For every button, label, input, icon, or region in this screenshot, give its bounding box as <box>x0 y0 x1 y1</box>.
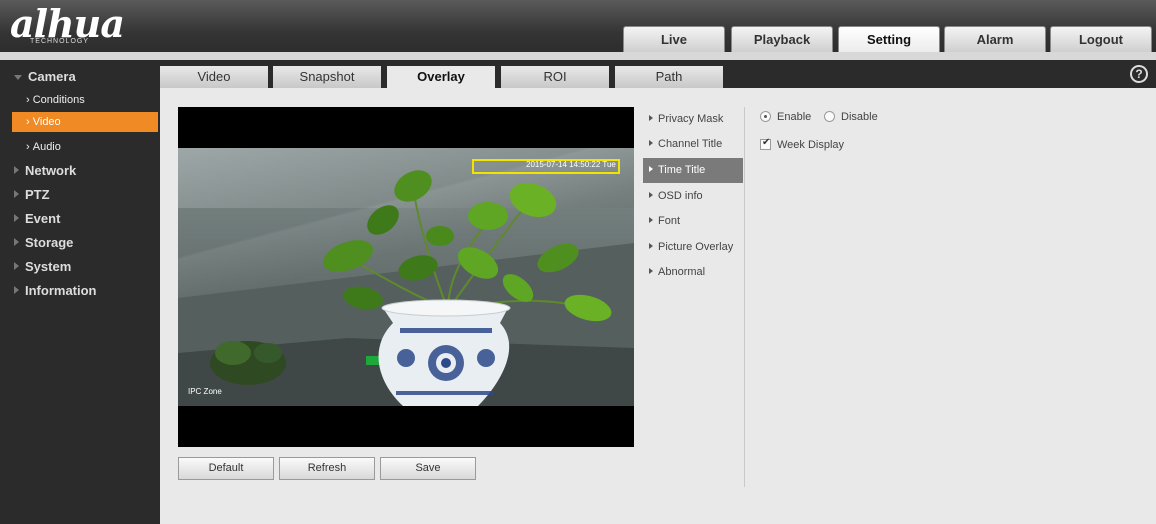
camera-image <box>178 148 634 406</box>
chevron-right-icon <box>14 214 19 222</box>
sidebar-item-information[interactable]: Information <box>14 283 97 298</box>
sidebar: Camera › Conditions › Video › Audio Netw… <box>0 60 160 524</box>
sidebar-item-label: Event <box>25 211 61 226</box>
chevron-down-icon <box>14 75 22 80</box>
help-icon[interactable]: ? <box>1130 65 1148 83</box>
disable-radio[interactable]: Disable <box>824 111 878 123</box>
top-header: alhua TECHNOLOGY Live Playback Setting A… <box>0 0 1156 60</box>
menu-item-label: Time Title <box>658 164 706 176</box>
tab-setting[interactable]: Setting <box>838 26 940 52</box>
menu-item-time-title[interactable]: Time Title <box>643 158 743 183</box>
menu-divider <box>744 107 745 487</box>
chevron-right-icon <box>14 286 19 294</box>
sidebar-item-camera[interactable]: Camera <box>14 69 76 84</box>
video-preview[interactable]: 2015-07-14 14:50:22 Tue IPC Zone <box>178 107 634 447</box>
menu-item-label: OSD info <box>658 190 703 202</box>
sidebar-item-label: Video <box>32 116 61 128</box>
week-display-label: Week Display <box>777 139 845 151</box>
tab-playback[interactable]: Playback <box>731 26 833 52</box>
chevron-right-icon <box>14 262 19 270</box>
sidebar-item-label: Camera <box>28 69 76 84</box>
caret-right-icon <box>649 268 653 274</box>
menu-item-picture-overlay[interactable]: Picture Overlay <box>643 235 743 260</box>
week-display-checkbox[interactable]: Week Display <box>760 137 845 151</box>
caret-right-icon <box>649 243 653 249</box>
plant-illustration <box>178 170 634 406</box>
subtab-bar: Video Snapshot Overlay ROI Path ? <box>160 60 1156 88</box>
sidebar-item-system[interactable]: System <box>14 259 71 274</box>
sidebar-item-label: System <box>25 259 72 274</box>
caret-right-icon <box>649 217 653 223</box>
chevron-right-icon <box>14 166 19 174</box>
subtab-video[interactable]: Video <box>160 66 268 88</box>
tab-logout[interactable]: Logout <box>1050 26 1152 52</box>
sidebar-item-label: Audio <box>32 141 61 153</box>
radio-selected-icon <box>760 111 771 122</box>
overlay-menu: Privacy Mask Channel Title Time Title OS… <box>643 107 744 292</box>
caret-right-icon <box>649 115 653 121</box>
caret-right-icon <box>649 166 653 172</box>
sidebar-item-event[interactable]: Event <box>14 211 60 226</box>
sidebar-item-video[interactable]: › Video <box>12 112 158 132</box>
subtab-snapshot[interactable]: Snapshot <box>273 66 381 88</box>
subtab-roi[interactable]: ROI <box>501 66 609 88</box>
channel-title-overlay-text: IPC Zone <box>188 387 222 396</box>
enable-radio[interactable]: Enable <box>760 111 811 123</box>
menu-item-abnormal[interactable]: Abnormal <box>643 260 743 285</box>
save-button[interactable]: Save <box>380 457 476 480</box>
sidebar-item-label: Storage <box>25 235 74 250</box>
caret-right-icon <box>649 140 653 146</box>
subtab-path[interactable]: Path <box>615 66 723 88</box>
tab-live[interactable]: Live <box>623 26 725 52</box>
menu-item-label: Privacy Mask <box>658 113 724 125</box>
tab-alarm[interactable]: Alarm <box>944 26 1046 52</box>
sidebar-item-ptz[interactable]: PTZ <box>14 187 50 202</box>
radio-unselected-icon <box>824 111 835 122</box>
sidebar-item-network[interactable]: Network <box>14 163 76 178</box>
menu-item-label: Font <box>658 215 681 227</box>
menu-item-label: Picture Overlay <box>658 241 734 253</box>
checkbox-checked-icon <box>760 137 771 150</box>
menu-item-font[interactable]: Font <box>643 209 743 234</box>
default-button[interactable]: Default <box>178 457 274 480</box>
menu-item-privacy-mask[interactable]: Privacy Mask <box>643 107 743 132</box>
sidebar-item-label: Conditions <box>32 94 85 106</box>
sidebar-item-conditions[interactable]: › Conditions <box>12 90 158 110</box>
brand-logo-subtitle: TECHNOLOGY <box>30 38 90 45</box>
menu-item-label: Abnormal <box>658 266 706 278</box>
sidebar-item-label: PTZ <box>25 187 50 202</box>
sidebar-item-storage[interactable]: Storage <box>14 235 73 250</box>
header-strip <box>0 52 1156 60</box>
sidebar-item-label: Information <box>25 283 97 298</box>
enable-label: Enable <box>777 111 812 123</box>
menu-item-osd-info[interactable]: OSD info <box>643 184 743 209</box>
sidebar-item-audio[interactable]: › Audio <box>12 137 158 157</box>
disable-label: Disable <box>841 111 878 123</box>
content-area: Video Snapshot Overlay ROI Path ? 2015-0… <box>160 60 1156 524</box>
menu-item-channel-title[interactable]: Channel Title <box>643 132 743 157</box>
subtab-overlay[interactable]: Overlay <box>387 66 495 88</box>
menu-item-label: Channel Title <box>658 138 723 150</box>
chevron-right-icon <box>14 190 19 198</box>
sidebar-item-label: Network <box>25 163 77 178</box>
refresh-button[interactable]: Refresh <box>279 457 375 480</box>
caret-right-icon <box>649 192 653 198</box>
time-title-overlay-text: 2015-07-14 14:50:22 Tue <box>526 160 616 169</box>
chevron-right-icon <box>14 238 19 246</box>
